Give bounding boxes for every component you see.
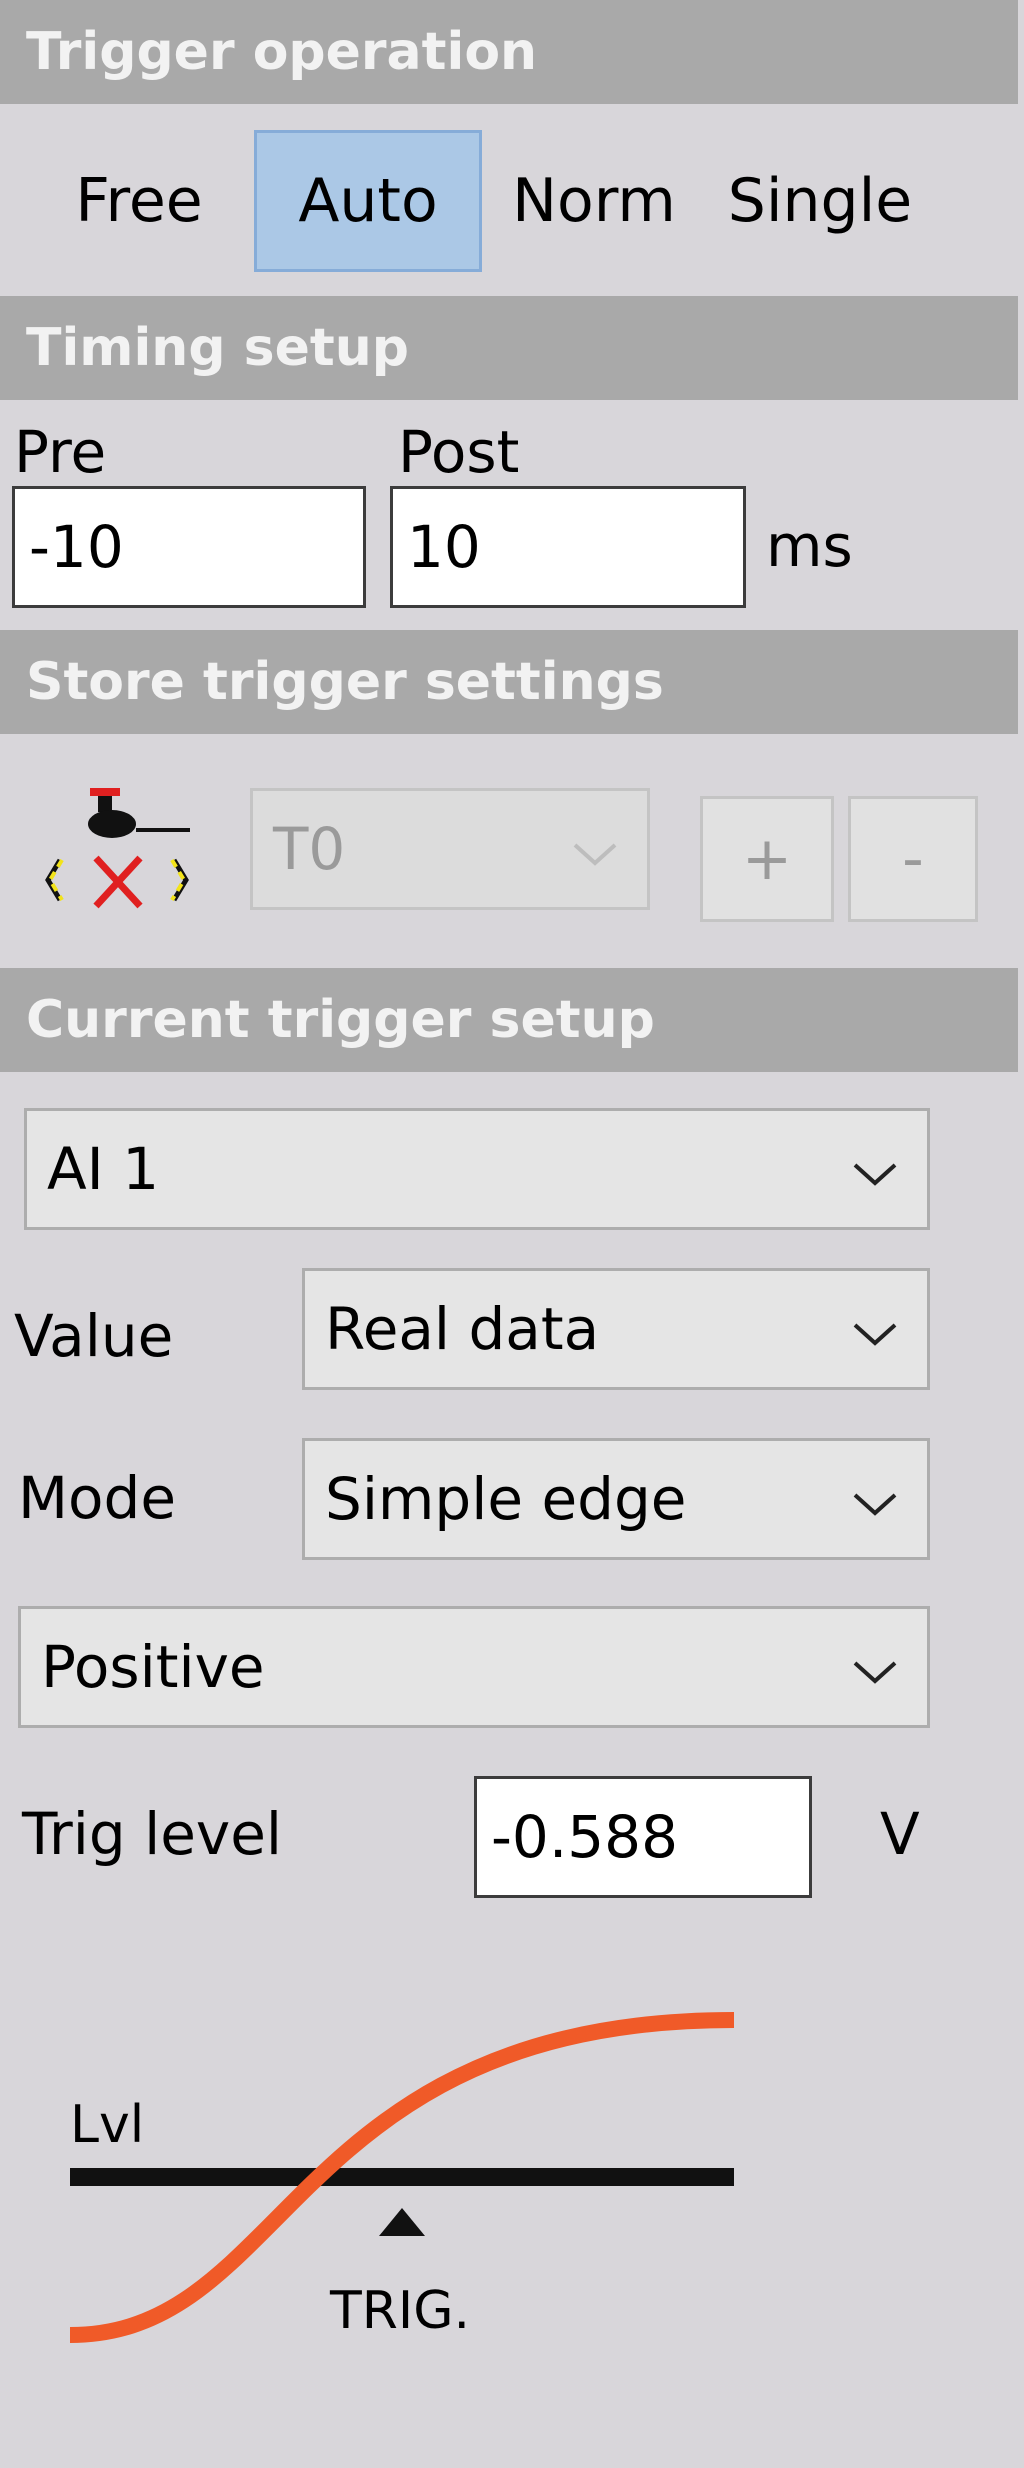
mode-label: Mode — [18, 1464, 177, 1532]
preset-select[interactable]: T0 — [250, 788, 650, 910]
trig-level-input[interactable]: -0.588 — [474, 1776, 812, 1898]
mode-value: Simple edge — [325, 1465, 687, 1533]
chevron-down-icon — [571, 815, 619, 883]
pre-input[interactable]: -10 — [12, 486, 366, 608]
value-select[interactable]: Real data — [302, 1268, 930, 1390]
chevron-down-icon — [851, 1465, 899, 1533]
store-trigger-header: Store trigger settings — [0, 630, 1018, 734]
chevron-down-icon — [851, 1633, 899, 1701]
edge-select[interactable]: Positive — [18, 1606, 930, 1728]
trigger-point-icon — [379, 2208, 425, 2236]
timing-unit-label: ms — [766, 512, 853, 580]
channel-value: AI 1 — [47, 1135, 160, 1203]
chevron-down-icon — [851, 1295, 899, 1363]
timing-setup-header: Timing setup — [0, 296, 1018, 400]
edge-value: Positive — [41, 1633, 265, 1701]
mode-free-button[interactable]: Free — [44, 130, 234, 272]
mode-single-button[interactable]: Single — [720, 130, 920, 272]
value-value: Real data — [325, 1295, 600, 1363]
trigger-operation-header: Trigger operation — [0, 0, 1018, 104]
add-preset-button[interactable]: + — [700, 796, 834, 922]
trig-label: TRIG. — [329, 2281, 470, 2341]
mode-auto-button[interactable]: Auto — [254, 130, 482, 272]
mode-norm-button[interactable]: Norm — [504, 130, 684, 272]
channel-select[interactable]: AI 1 — [24, 1108, 930, 1230]
trigger-edge-diagram: Lvl TRIG. — [40, 1990, 760, 2370]
chevron-down-icon — [851, 1135, 899, 1203]
level-label: Lvl — [70, 2095, 144, 2155]
mode-select[interactable]: Simple edge — [302, 1438, 930, 1560]
preset-value: T0 — [273, 815, 346, 883]
remove-preset-button[interactable]: - — [848, 796, 978, 922]
post-input[interactable]: 10 — [390, 486, 746, 608]
pre-label: Pre — [14, 418, 107, 486]
trig-level-label: Trig level — [22, 1800, 283, 1868]
trigger-store-icon[interactable] — [40, 780, 210, 920]
trig-level-unit: V — [880, 1800, 920, 1868]
post-label: Post — [398, 418, 520, 486]
current-trigger-header: Current trigger setup — [0, 968, 1018, 1072]
value-label: Value — [14, 1302, 174, 1370]
